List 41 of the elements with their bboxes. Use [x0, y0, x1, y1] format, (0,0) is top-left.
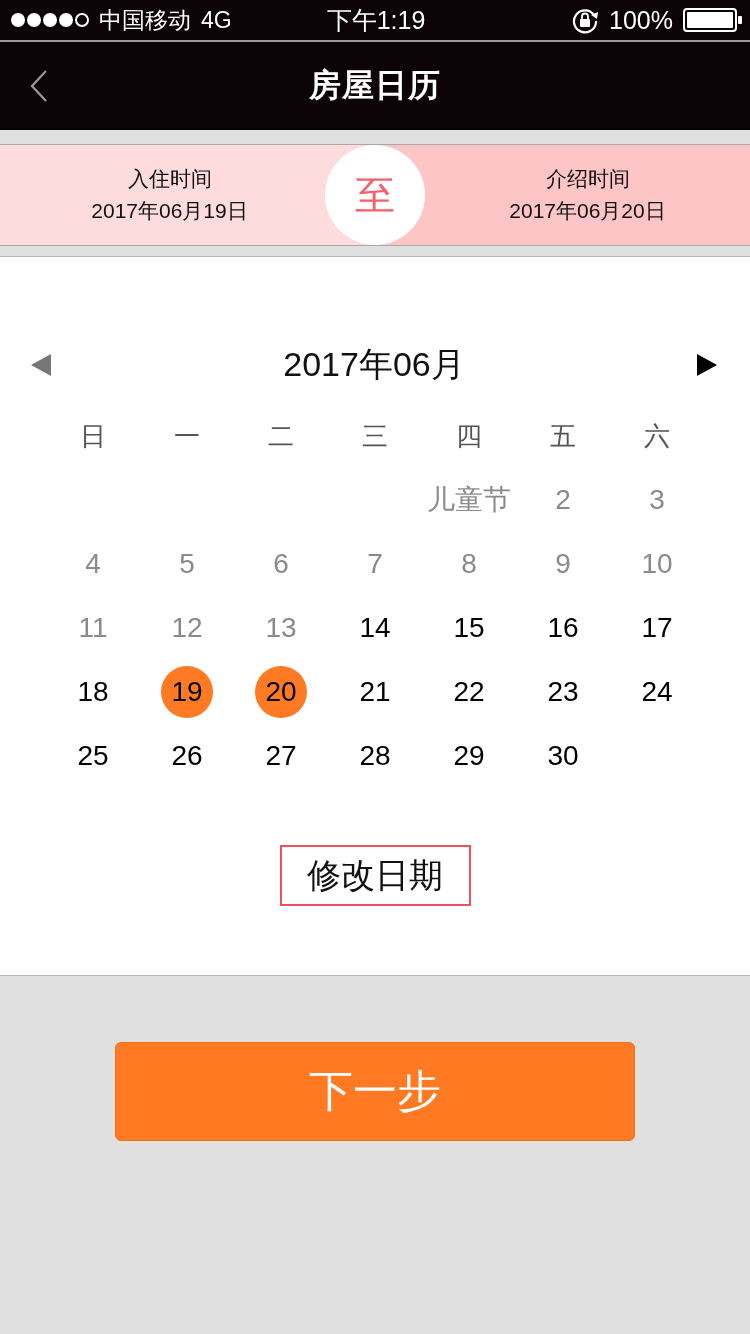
- calendar-day[interactable]: 20: [255, 666, 307, 718]
- start-date-label: 入住时间: [127, 166, 212, 192]
- calendar-day[interactable]: 24: [631, 666, 683, 718]
- weekday-label: 日: [80, 419, 106, 453]
- range-separator: 至: [325, 145, 425, 245]
- calendar-day[interactable]: 22: [443, 666, 495, 718]
- signal-dots-icon: [10, 12, 89, 28]
- edit-dates-button[interactable]: 修改日期: [279, 845, 471, 906]
- calendar-day[interactable]: 14: [349, 602, 401, 654]
- calendar-day[interactable]: 27: [255, 730, 307, 782]
- end-date: 2017年06月20日: [509, 198, 666, 224]
- calendar-day[interactable]: 16: [537, 602, 589, 654]
- calendar-day[interactable]: 19: [161, 666, 213, 718]
- calendar-day[interactable]: 21: [349, 666, 401, 718]
- weekday-label: 三: [362, 419, 388, 453]
- weekday-label: 一: [174, 419, 200, 453]
- start-date: 2017年06月19日: [91, 198, 248, 224]
- weekday-label: 六: [644, 419, 670, 453]
- calendar-day[interactable]: 29: [443, 730, 495, 782]
- calendar-day[interactable]: 28: [349, 730, 401, 782]
- carrier-name: 中国移动: [99, 6, 191, 34]
- calendar-day[interactable]: 30: [537, 730, 589, 782]
- calendar-day[interactable]: 15: [443, 602, 495, 654]
- month-title: 2017年06月: [283, 344, 465, 385]
- calendar-day[interactable]: 25: [67, 730, 119, 782]
- triangle-right-icon[interactable]: [696, 353, 718, 377]
- network-type: 4G: [201, 6, 232, 34]
- battery-percent: 100%: [609, 6, 673, 34]
- calendar-day[interactable]: 23: [537, 666, 589, 718]
- calendar-day[interactable]: 18: [67, 666, 119, 718]
- weekday-label: 五: [550, 419, 576, 453]
- end-date-label: 介绍时间: [545, 166, 630, 192]
- weekday-label: 二: [268, 419, 294, 453]
- weekday-label: 四: [456, 419, 482, 453]
- battery-icon: [683, 8, 742, 32]
- back-icon[interactable]: [30, 70, 48, 102]
- status-time: 下午1:19: [326, 6, 426, 34]
- page-title: 房屋日历: [309, 66, 441, 105]
- rotation-lock-icon: [571, 6, 600, 34]
- calendar-day[interactable]: 26: [161, 730, 213, 782]
- calendar-day[interactable]: 17: [631, 602, 683, 654]
